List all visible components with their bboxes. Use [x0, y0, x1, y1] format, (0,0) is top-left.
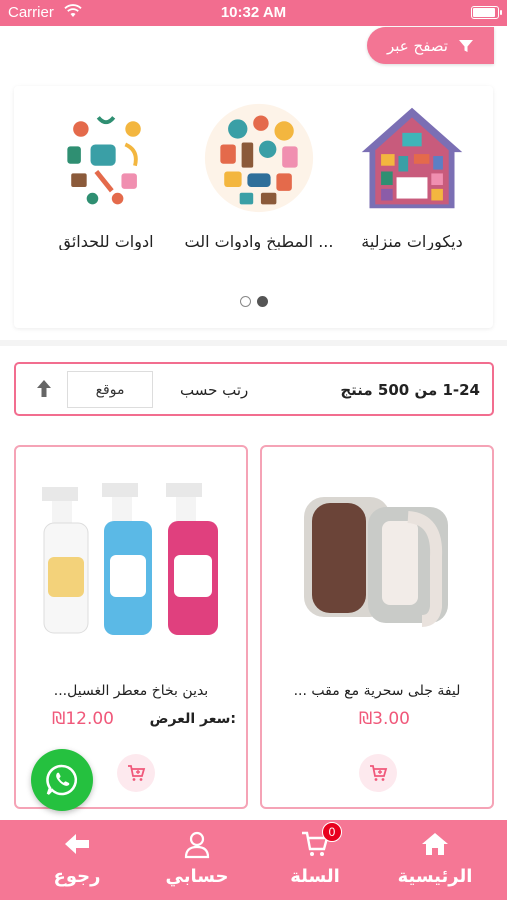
- pager-dot-active[interactable]: [256, 296, 268, 307]
- cart-icon: [128, 765, 146, 781]
- carousel-pager: [14, 296, 493, 307]
- category-label: ديكورات منزلية: [361, 231, 463, 250]
- cart-icon: [370, 765, 388, 781]
- user-icon: [184, 831, 210, 859]
- product-name[interactable]: ليفة جلى سحرية مع مقب ...: [272, 683, 482, 699]
- category-garden[interactable]: ادوات للحدائق: [31, 100, 181, 250]
- category-label: ادوات للحدائق: [58, 231, 154, 250]
- browse-filter-label: تصفح عبر: [387, 36, 448, 55]
- cart-badge: 0: [322, 822, 342, 842]
- tab-label: رجوع: [53, 866, 101, 887]
- results-count: 1-24 من 500 منتج: [340, 381, 480, 399]
- tab-label: حسابي: [165, 866, 229, 887]
- product-price: ₪3.00: [358, 709, 410, 729]
- sort-select[interactable]: موقع: [67, 371, 153, 408]
- offer-price-label: سعر العرض:: [149, 711, 236, 727]
- clock: 10:32 AM: [220, 4, 287, 21]
- app-screen: Carrier 10:32 AM تصفح عبر ديكورات منزلية…: [0, 0, 507, 900]
- tab-back[interactable]: رجوع: [22, 828, 132, 887]
- category-kitchen[interactable]: المطبخ وادوات الت ...: [184, 100, 334, 250]
- bottom-tab-bar: الرئيسية 0 السلة حسابي رجوع: [0, 820, 507, 900]
- sort-direction-icon[interactable]: [34, 378, 54, 400]
- house-decor-image: [361, 107, 463, 209]
- product-price: ₪12.00: [52, 709, 114, 729]
- category-label: المطبخ وادوات الت ...: [184, 231, 334, 250]
- filter-icon: [458, 39, 473, 52]
- pager-dot[interactable]: [239, 296, 251, 307]
- add-to-cart-button[interactable]: [117, 754, 155, 792]
- sort-label: رتب حسب: [180, 381, 249, 399]
- browse-filter-button[interactable]: تصفح عبر: [367, 27, 494, 64]
- tab-account[interactable]: حسابي: [142, 828, 252, 887]
- tab-home[interactable]: الرئيسية: [380, 828, 490, 887]
- product-card[interactable]: ليفة جلى سحرية مع مقب ... ₪3.00: [260, 445, 494, 809]
- arrow-left-icon: [65, 834, 89, 854]
- price-row: سعر العرض: ₪12.00: [26, 709, 236, 733]
- product-name[interactable]: بدين بخاخ معطر الغسيل...: [26, 683, 236, 699]
- kitchen-tools-image: [204, 103, 314, 213]
- add-to-cart-button[interactable]: [359, 754, 397, 792]
- categories-carousel[interactable]: ديكورات منزلية المطبخ وادوات الت ... ادو…: [14, 86, 493, 328]
- section-divider: [0, 340, 507, 346]
- garden-tools-image: [53, 105, 159, 211]
- whatsapp-icon: [46, 764, 78, 796]
- product-image: [42, 483, 218, 635]
- status-bar: Carrier 10:32 AM: [0, 0, 507, 26]
- category-home-decor[interactable]: ديكورات منزلية: [337, 100, 487, 250]
- sort-bar: 1-24 من 500 منتج رتب حسب موقع: [14, 362, 494, 416]
- price-row: ₪3.00: [272, 709, 482, 733]
- whatsapp-button[interactable]: [31, 749, 93, 811]
- tab-cart[interactable]: 0 السلة: [260, 822, 370, 887]
- tab-label: الرئيسية: [397, 866, 473, 887]
- sort-select-value: موقع: [95, 381, 125, 398]
- product-image: [304, 497, 448, 627]
- battery-icon: [471, 6, 502, 19]
- tab-label: السلة: [290, 866, 340, 887]
- home-icon: [422, 833, 448, 855]
